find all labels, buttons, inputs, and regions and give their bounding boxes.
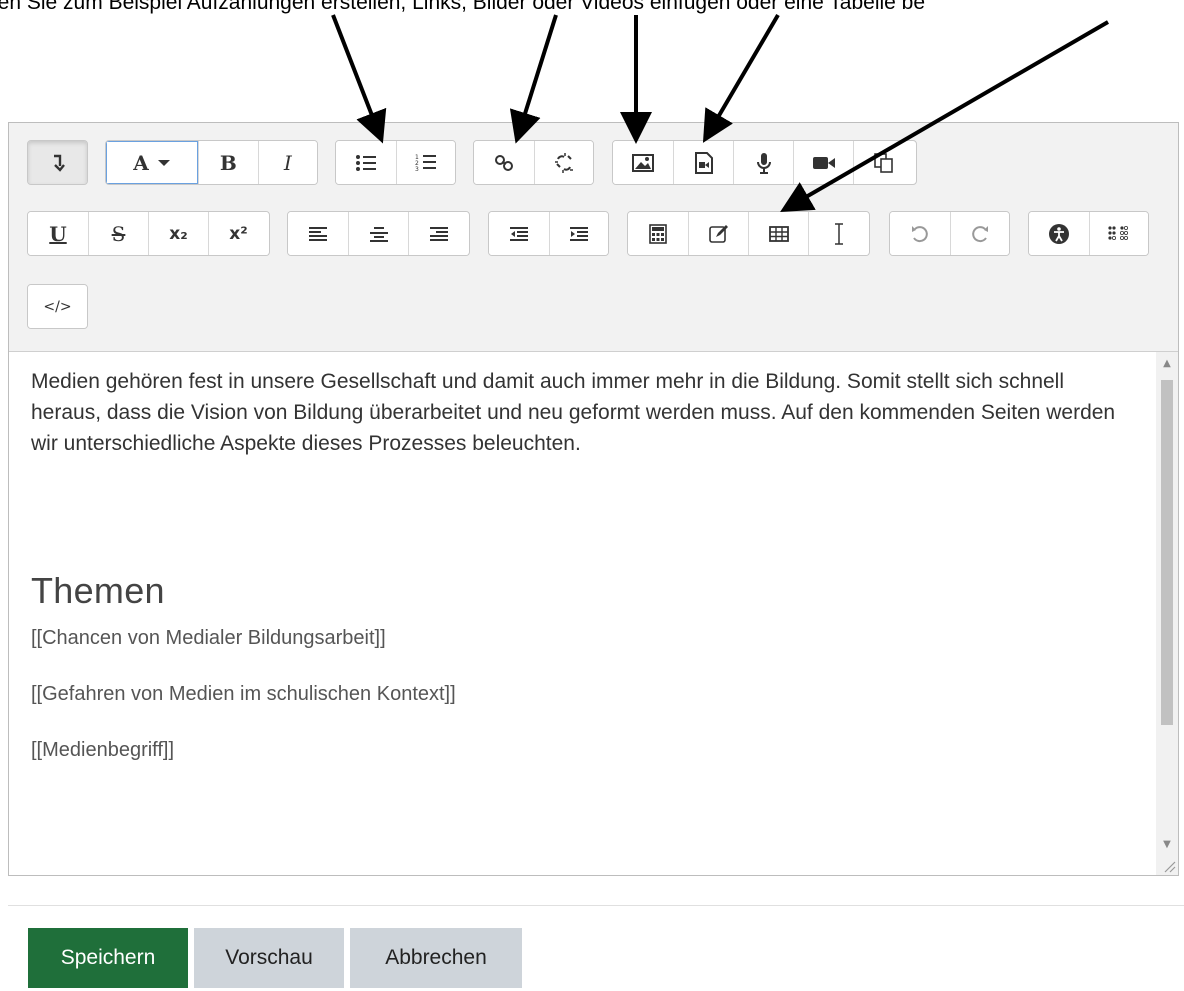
video-camera-icon [812, 156, 835, 169]
scroll-down-arrow-icon[interactable]: ▼ [1156, 833, 1178, 855]
arrow-to-media [702, 13, 780, 143]
underline-button[interactable]: U [28, 212, 88, 255]
arrow-to-lists [331, 14, 387, 144]
toolbar-group-collapse [27, 140, 88, 185]
cancel-button[interactable]: Abbrechen [350, 928, 522, 988]
toolbar-group-insert [627, 211, 870, 256]
edit-icon [708, 224, 728, 243]
link-icon [494, 154, 513, 171]
align-right-icon [429, 226, 448, 241]
html-source-label: </> [43, 298, 72, 315]
bold-button[interactable]: B [198, 141, 258, 184]
undo-button[interactable] [890, 212, 950, 255]
equation-editor-button[interactable] [628, 212, 688, 255]
accessibility-icon [1048, 223, 1069, 244]
superscript-label: x² [229, 223, 248, 244]
subscript-button[interactable]: x₂ [148, 212, 208, 255]
content-scrollbar[interactable]: ▲ ▼ [1156, 352, 1178, 875]
underline-label: U [49, 221, 67, 246]
align-right-button[interactable] [408, 212, 468, 255]
indent-button[interactable] [548, 212, 608, 255]
toolbar-toggle-button[interactable] [28, 141, 87, 184]
align-center-icon [369, 226, 388, 242]
wiki-link-gefahren[interactable]: [[Gefahren von Medien im schulischen Kon… [31, 681, 1128, 707]
font-style-button[interactable]: A [106, 141, 199, 184]
insert-table-button[interactable] [748, 212, 808, 255]
undo-icon [911, 225, 928, 242]
caret-down-icon [157, 159, 170, 166]
copy-files-icon [873, 152, 893, 173]
unordered-list-button[interactable] [336, 141, 396, 184]
toolbar-group-accessibility [1028, 211, 1149, 256]
editor-content[interactable]: Medien gehören fest in unsere Gesellscha… [9, 352, 1178, 875]
strikethrough-label: S [111, 221, 126, 246]
outdent-icon [509, 226, 528, 241]
microphone-icon [756, 152, 771, 174]
unlink-icon [554, 152, 573, 173]
font-style-label: A [133, 150, 149, 175]
accessibility-checker-button[interactable] [1029, 212, 1089, 255]
toolbar-group-lists: 123 [335, 140, 456, 185]
toolbar-group-text-style: U S x₂ x² [27, 211, 270, 256]
toolbar-group-links [473, 140, 594, 185]
screenreader-helper-button[interactable] [1088, 212, 1148, 255]
italic-label: I [283, 150, 292, 175]
toolbar-group-indent [488, 211, 609, 256]
wiki-link-medienbegriff[interactable]: [[Medienbegriff]] [31, 737, 1128, 763]
toolbar-group-font: A B I [105, 140, 318, 185]
intro-paragraph: Medien gehören fest in unsere Gesellscha… [31, 370, 1116, 455]
align-left-button[interactable] [288, 212, 348, 255]
html-source-button[interactable]: </> [28, 285, 87, 328]
bold-label: B [219, 150, 237, 175]
record-audio-button[interactable] [733, 141, 793, 184]
record-video-button[interactable] [793, 141, 853, 184]
strikethrough-button[interactable]: S [88, 212, 148, 255]
toolbar-group-html: </> [27, 284, 88, 329]
toolbar-group-history [889, 211, 1010, 256]
toolbar-group-media [612, 140, 917, 185]
subscript-label: x₂ [169, 223, 188, 244]
toolbar-group-align [287, 211, 470, 256]
resize-grip-icon[interactable] [1162, 859, 1176, 873]
link-button[interactable] [474, 141, 534, 184]
scroll-up-arrow-icon[interactable]: ▲ [1156, 352, 1178, 374]
section-heading: Themen [31, 570, 165, 611]
arrow-to-links [509, 14, 558, 144]
manage-files-button[interactable] [853, 141, 913, 184]
insert-image-button[interactable] [613, 141, 673, 184]
outdent-button[interactable] [489, 212, 549, 255]
preview-button[interactable]: Vorschau [194, 928, 344, 988]
rich-text-editor: A B I 123 U S x₂ x² </> Medien gehören f… [8, 122, 1179, 876]
text-cursor-icon [834, 222, 843, 245]
align-left-icon [309, 226, 327, 241]
unlink-button[interactable] [533, 141, 593, 184]
clear-formatting-button[interactable] [808, 212, 868, 255]
ordered-list-button[interactable]: 123 [395, 141, 455, 184]
wiki-link-chancen[interactable]: [[Chancen von Medialer Bildungsarbeit]] [31, 625, 1128, 651]
editor-toolbar: A B I 123 U S x₂ x² </> [9, 123, 1178, 352]
braille-icon [1108, 225, 1128, 240]
bullet-list-icon [355, 154, 376, 171]
superscript-button[interactable]: x² [208, 212, 268, 255]
edit-button[interactable] [688, 212, 748, 255]
scroll-thumb[interactable] [1161, 380, 1173, 725]
file-video-icon [694, 151, 713, 174]
calculator-icon [649, 223, 667, 244]
redo-icon [971, 225, 988, 242]
insert-media-button[interactable] [673, 141, 733, 184]
table-icon [768, 225, 789, 242]
italic-button[interactable]: I [257, 141, 317, 184]
instruction-caption: nen Sie zum Beispiel Aufzählungen erstel… [0, 0, 926, 14]
arrow-down-icon [53, 154, 65, 172]
numbered-list-icon: 123 [415, 154, 436, 173]
form-divider [8, 905, 1184, 906]
align-center-button[interactable] [348, 212, 408, 255]
image-icon [632, 153, 654, 172]
save-button[interactable]: Speichern [28, 928, 188, 988]
indent-icon [569, 226, 588, 241]
redo-button[interactable] [949, 212, 1009, 255]
svg-text:3: 3 [415, 166, 419, 173]
